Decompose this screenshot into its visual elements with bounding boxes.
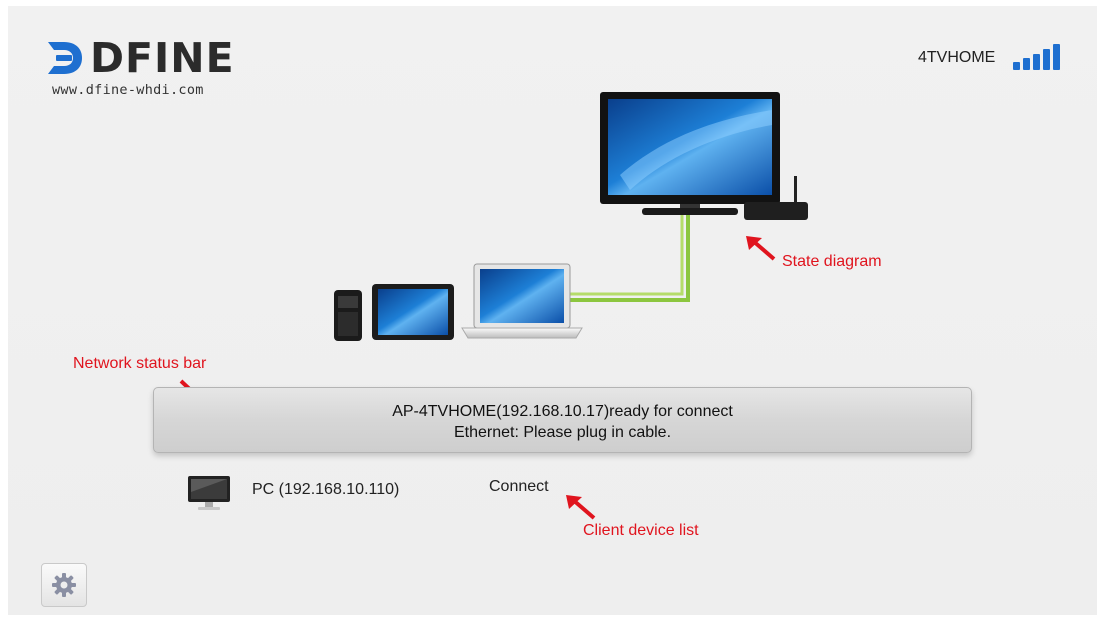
client-list-item: PC (192.168.10.110) Connect [186, 474, 586, 514]
gear-icon [52, 573, 76, 597]
logo-text: DFINE [90, 34, 235, 82]
phone-icon [334, 290, 362, 341]
network-name: 4TVHOME [918, 49, 996, 66]
annotation-state-diagram: State diagram [782, 253, 882, 270]
status-ap-text: AP-4TVHOME(192.168.10.17)ready for conne… [392, 403, 733, 420]
laptop-icon [461, 263, 583, 339]
tablet-icon [372, 284, 454, 340]
tv-icon [600, 92, 780, 215]
monitor-icon [188, 476, 230, 510]
brand-url: www.dfine-whdi.com [52, 82, 204, 98]
network-status-bar: AP-4TVHOME(192.168.10.17)ready for conne… [153, 387, 972, 453]
dfine-logo-icon [48, 42, 82, 74]
annotation-client-device-list: Client device list [583, 522, 699, 539]
annotation-network-status-bar: Network status bar [73, 355, 207, 372]
client-name: PC (192.168.10.110) [252, 481, 400, 498]
signal-strength-icon [1013, 44, 1060, 70]
annotation-arrow-icon [746, 236, 776, 261]
status-ethernet-text: Ethernet: Please plug in cable. [453, 424, 672, 441]
state-diagram [334, 92, 808, 341]
connect-button[interactable]: Connect [489, 478, 549, 496]
brand-logo: DFINE www.dfine-whdi.com [44, 36, 235, 98]
settings-button[interactable] [41, 563, 87, 607]
